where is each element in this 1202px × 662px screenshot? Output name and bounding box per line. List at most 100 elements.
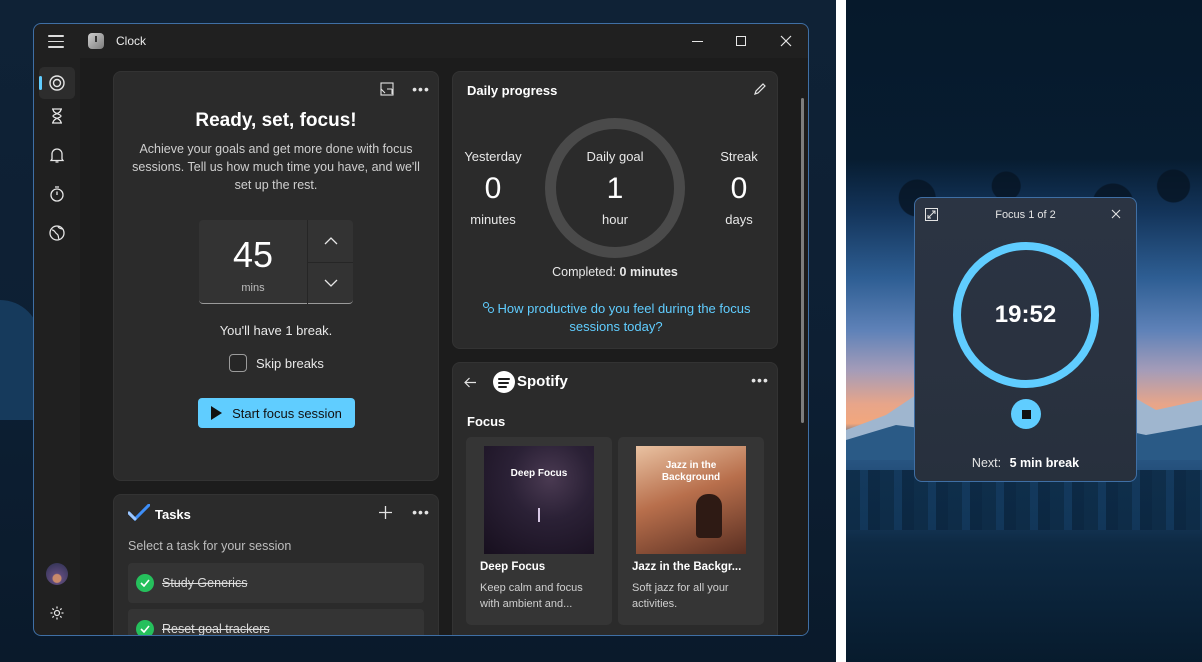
daily-progress-title: Daily progress <box>467 83 558 98</box>
task-done-icon[interactable] <box>136 620 154 635</box>
increase-minutes-button[interactable] <box>308 220 353 262</box>
minutes-spinner: 45 mins <box>199 220 353 304</box>
stop-icon <box>1021 409 1031 419</box>
playlist-cover: Deep Focus <box>484 446 594 554</box>
todo-checkmark-icon <box>128 504 150 522</box>
tasks-subtitle: Select a task for your session <box>128 539 292 553</box>
hourglass-icon <box>52 108 62 124</box>
daily-goal-label: Daily goal <box>586 149 644 164</box>
cover-title: Jazz in the Background <box>661 460 721 483</box>
screenshot-divider <box>836 0 846 662</box>
completed-summary: Completed: 0 minutes <box>453 265 777 279</box>
focus-icon <box>49 75 65 91</box>
add-task-button[interactable] <box>374 501 396 523</box>
maximize-button[interactable] <box>727 30 755 52</box>
skip-breaks-checkbox[interactable]: Skip breaks <box>229 353 324 373</box>
play-icon <box>211 406 223 420</box>
daily-goal-value: 1 <box>606 172 624 205</box>
daily-goal-unit: hour <box>601 212 629 227</box>
nav-alarm[interactable] <box>39 139 75 171</box>
close-button[interactable] <box>772 30 800 52</box>
yesterday-value: 0 <box>484 172 502 205</box>
settings-button[interactable] <box>39 597 75 629</box>
titlebar: Clock <box>34 24 808 58</box>
hamburger-menu-icon[interactable] <box>48 35 64 48</box>
cover-title: Deep Focus <box>510 468 568 479</box>
spotify-section-title: Focus <box>467 414 506 429</box>
focus-description: Achieve your goals and get more done wit… <box>132 142 420 192</box>
daily-progress-card: Daily progress Yesterday 0 minutes Daily… <box>452 71 778 349</box>
spotify-card: Spotify ••• Focus Deep Focus Deep Focus … <box>452 362 778 635</box>
completed-label: Completed: <box>552 265 617 279</box>
account-button[interactable] <box>39 558 75 590</box>
minutes-value[interactable]: 45 <box>199 234 307 276</box>
back-button[interactable] <box>459 371 481 393</box>
playlist-description: Keep calm and focus with ambient and... <box>480 582 583 610</box>
clock-window: Clock ••• Ready, set, focus! Achieve you… <box>33 23 809 636</box>
playlist-title: Deep Focus <box>480 561 546 573</box>
back-arrow-icon <box>463 377 476 387</box>
tasks-card: Tasks ••• Select a task for your session… <box>113 494 439 635</box>
start-focus-session-button[interactable]: Start focus session <box>198 398 355 428</box>
more-options-icon[interactable]: ••• <box>410 501 432 523</box>
start-focus-session-label: Start focus session <box>232 405 342 421</box>
next-value: 5 min break <box>1009 456 1080 470</box>
decrease-minutes-button[interactable] <box>308 262 353 304</box>
stopwatch-icon <box>50 186 64 202</box>
chevron-down-icon <box>324 279 337 287</box>
task-item[interactable]: Study Generics <box>128 563 424 603</box>
playlist-card[interactable]: Deep Focus Deep Focus Keep calm and focu… <box>466 437 612 625</box>
checkbox-box[interactable] <box>229 354 247 372</box>
yesterday-unit: minutes <box>470 212 516 227</box>
playlist-card[interactable]: Jazz in the Background Jazz in the Backg… <box>618 437 764 625</box>
globe-icon <box>49 225 65 241</box>
mini-close-button[interactable] <box>1105 203 1127 225</box>
feedback-icon <box>482 301 494 314</box>
pencil-icon <box>754 83 766 95</box>
nav-timer[interactable] <box>39 100 75 132</box>
spotify-logo-icon <box>493 371 515 393</box>
plus-icon <box>378 505 392 519</box>
completed-value: 0 minutes <box>619 265 678 279</box>
stop-button[interactable] <box>1011 399 1041 429</box>
more-options-icon[interactable]: ••• <box>410 78 432 100</box>
task-done-icon[interactable] <box>136 574 154 592</box>
mini-time: 19:52 <box>994 301 1057 328</box>
streak-label: Streak <box>720 149 758 164</box>
streak-unit: days <box>725 212 753 227</box>
compact-overlay-button[interactable] <box>376 78 398 100</box>
gear-icon <box>50 606 64 620</box>
feedback-text[interactable]: How productive do you feel during the fo… <box>498 301 751 334</box>
tasks-title: Tasks <box>155 507 191 522</box>
nav-stopwatch[interactable] <box>39 178 75 210</box>
nav-world-clock[interactable] <box>39 217 75 249</box>
chevron-up-icon <box>324 237 337 245</box>
minutes-unit: mins <box>241 282 265 294</box>
more-options-icon[interactable]: ••• <box>749 369 771 391</box>
break-info: You'll have 1 break. <box>219 323 333 338</box>
close-icon <box>1111 209 1121 219</box>
task-item[interactable]: Reset goal trackers <box>128 609 424 635</box>
app-title: Clock <box>116 34 147 48</box>
yesterday-label: Yesterday <box>464 149 522 164</box>
playlist-cover: Jazz in the Background <box>636 446 746 554</box>
minimize-icon <box>691 40 703 42</box>
skip-breaks-label: Skip breaks <box>256 355 324 371</box>
scrollbar[interactable] <box>801 98 804 423</box>
content-area: ••• Ready, set, focus! Achieve your goal… <box>80 58 808 635</box>
spotify-brand: Spotify <box>517 373 568 390</box>
focus-session-card: ••• Ready, set, focus! Achieve your goal… <box>113 71 439 481</box>
focus-title: Ready, set, focus! <box>195 110 357 131</box>
pop-out-icon <box>380 82 394 96</box>
edit-goals-button[interactable] <box>749 78 771 100</box>
task-label: Study Generics <box>162 576 248 590</box>
minimize-button[interactable] <box>683 30 711 52</box>
playlist-title: Jazz in the Backgr... <box>632 561 742 573</box>
nav-focus-sessions[interactable] <box>39 67 75 99</box>
navigation-rail <box>34 58 80 635</box>
feedback-link[interactable]: How productive do you feel during the fo… <box>473 300 759 336</box>
mini-focus-timer: Focus 1 of 2 19:52 Next: 5 min break <box>914 197 1137 482</box>
streak-value: 0 <box>730 172 748 205</box>
cover-figure <box>538 508 540 522</box>
bell-icon <box>49 148 65 163</box>
